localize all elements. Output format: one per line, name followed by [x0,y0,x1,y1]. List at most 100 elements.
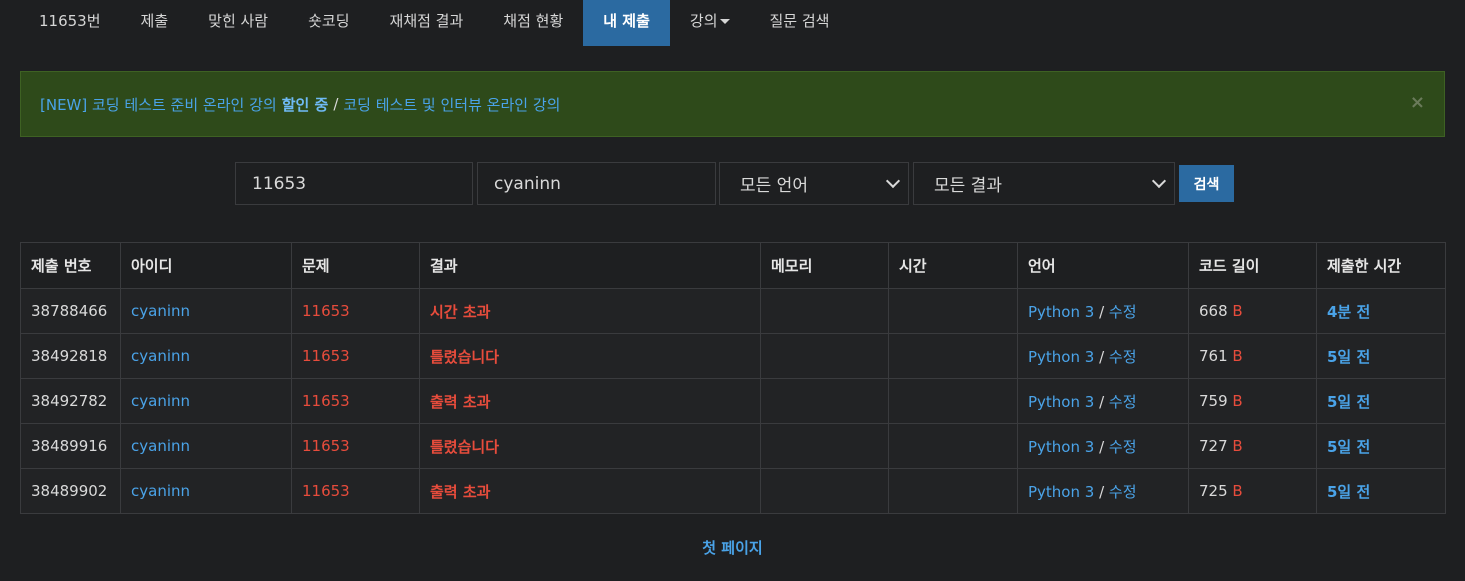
edit-link[interactable]: 수정 [1109,393,1137,411]
submitted-time-link[interactable]: 5일 전 [1316,333,1446,379]
tab-question-search[interactable]: 질문 검색 [750,0,850,46]
table-row: 38489902 cyaninn 11653 출력 초과 Python 3 / 수정 72… [20,468,1446,514]
user-cell: cyaninn [120,288,292,334]
tab-lectures-label: 강의 [689,12,718,30]
edit-link[interactable]: 수정 [1109,438,1137,456]
result-status: 시간 초과 [419,288,761,334]
submitted-time-link[interactable]: 4분 전 [1316,288,1446,334]
result-status: 틀렸습니다 [419,333,761,379]
code-length: 759 B [1188,378,1317,424]
memory-value [760,468,889,514]
language-separator: / [1094,437,1109,456]
table-row: 38492818 cyaninn 11653 틀렸습니다 Python 3 / 수정 76… [20,333,1446,379]
time-value [888,288,1018,334]
result-status: 출력 초과 [419,378,761,424]
user-cell: cyaninn [120,378,292,424]
user-link[interactable]: cyaninn [131,347,190,365]
submission-id: 38492818 [20,333,121,379]
code-length: 668 B [1188,288,1317,334]
code-length: 761 B [1188,333,1317,379]
language-link[interactable]: Python 3 [1028,303,1094,321]
submissions-table: 제출 번호 아이디 문제 결과 메모리 시간 언어 코드 길이 제출한 시간 3… [20,242,1446,514]
header-problem: 문제 [291,242,420,289]
promo-separator: / [333,95,339,113]
code-length: 727 B [1188,423,1317,469]
table-row: 38788466 cyaninn 11653 시간 초과 Python 3 / 수정 66… [20,288,1446,334]
language-cell: Python 3 / 수정 [1017,378,1189,424]
first-page-link[interactable]: 첫 페이지 [0,537,1465,558]
tab-lectures-dropdown[interactable]: 강의 [670,0,750,46]
submitted-time-link[interactable]: 5일 전 [1316,468,1446,514]
code-length-unit: B [1232,347,1243,365]
user-id-input[interactable]: cyaninn [477,162,716,205]
result-status: 틀렸습니다 [419,423,761,469]
language-select-value: 모든 언어 [740,176,808,196]
user-cell: cyaninn [120,468,292,514]
close-icon[interactable]: × [1410,92,1425,113]
header-memory: 메모리 [760,242,889,289]
problem-link[interactable]: 11653 [291,333,420,379]
user-cell: cyaninn [120,333,292,379]
language-link[interactable]: Python 3 [1028,393,1094,411]
language-separator: / [1094,392,1109,411]
tab-my-submissions[interactable]: 내 제출 [583,0,670,46]
search-button[interactable]: 검색 [1179,165,1234,202]
chevron-down-icon [885,173,901,189]
promo-link-2[interactable]: 코딩 테스트 및 인터뷰 온라인 강의 [343,94,560,115]
code-length-value: 727 [1199,437,1228,455]
code-length-unit: B [1232,437,1243,455]
language-cell: Python 3 / 수정 [1017,333,1189,379]
language-separator: / [1094,347,1109,366]
header-language: 언어 [1017,242,1189,289]
time-value [888,333,1018,379]
tab-short-coding[interactable]: 숏코딩 [288,0,369,46]
submission-id: 38788466 [20,288,121,334]
code-length: 725 B [1188,468,1317,514]
memory-value [760,423,889,469]
result-select[interactable]: 모든 결과 [913,162,1175,205]
problem-link[interactable]: 11653 [291,378,420,424]
code-length-value: 759 [1199,392,1228,410]
problem-id-input[interactable]: 11653 [235,162,473,205]
edit-link[interactable]: 수정 [1109,348,1137,366]
problem-link[interactable]: 11653 [291,468,420,514]
tab-rejudge-results[interactable]: 재채점 결과 [370,0,484,46]
table-row: 38492782 cyaninn 11653 출력 초과 Python 3 / 수정 75… [20,378,1446,424]
tab-judge-status[interactable]: 채점 현황 [483,0,583,46]
header-submitted-at: 제출한 시간 [1316,242,1446,289]
result-select-value: 모든 결과 [934,176,1002,196]
time-value [888,423,1018,469]
code-length-value: 761 [1199,347,1228,365]
header-code-length: 코드 길이 [1188,242,1317,289]
promo-link-1[interactable]: [NEW] 코딩 테스트 준비 온라인 강의 [40,94,277,115]
problem-nav: 11653번 제출 맞힌 사람 숏코딩 재채점 결과 채점 현황 내 제출 강의… [0,0,849,46]
promo-alert: [NEW] 코딩 테스트 준비 온라인 강의 할인 중 / 코딩 테스트 및 인… [20,71,1445,137]
edit-link[interactable]: 수정 [1109,303,1137,321]
user-link[interactable]: cyaninn [131,482,190,500]
caret-down-icon [719,19,730,24]
promo-highlight[interactable]: 할인 중 [282,94,329,115]
problem-link[interactable]: 11653 [291,288,420,334]
submitted-time-link[interactable]: 5일 전 [1316,423,1446,469]
user-link[interactable]: cyaninn [131,437,190,455]
submitted-time-link[interactable]: 5일 전 [1316,378,1446,424]
chevron-down-icon [1151,173,1167,189]
language-cell: Python 3 / 수정 [1017,423,1189,469]
tab-solved-users[interactable]: 맞힌 사람 [188,0,288,46]
submission-id: 38489902 [20,468,121,514]
edit-link[interactable]: 수정 [1109,483,1137,501]
time-value [888,468,1018,514]
language-link[interactable]: Python 3 [1028,483,1094,501]
user-link[interactable]: cyaninn [131,392,190,410]
memory-value [760,333,889,379]
language-link[interactable]: Python 3 [1028,438,1094,456]
user-link[interactable]: cyaninn [131,302,190,320]
language-link[interactable]: Python 3 [1028,348,1094,366]
tab-problem[interactable]: 11653번 [0,0,121,46]
problem-link[interactable]: 11653 [291,423,420,469]
header-user-id: 아이디 [120,242,292,289]
header-result: 결과 [419,242,761,289]
tab-submit[interactable]: 제출 [121,0,189,46]
language-select[interactable]: 모든 언어 [719,162,909,205]
language-cell: Python 3 / 수정 [1017,468,1189,514]
